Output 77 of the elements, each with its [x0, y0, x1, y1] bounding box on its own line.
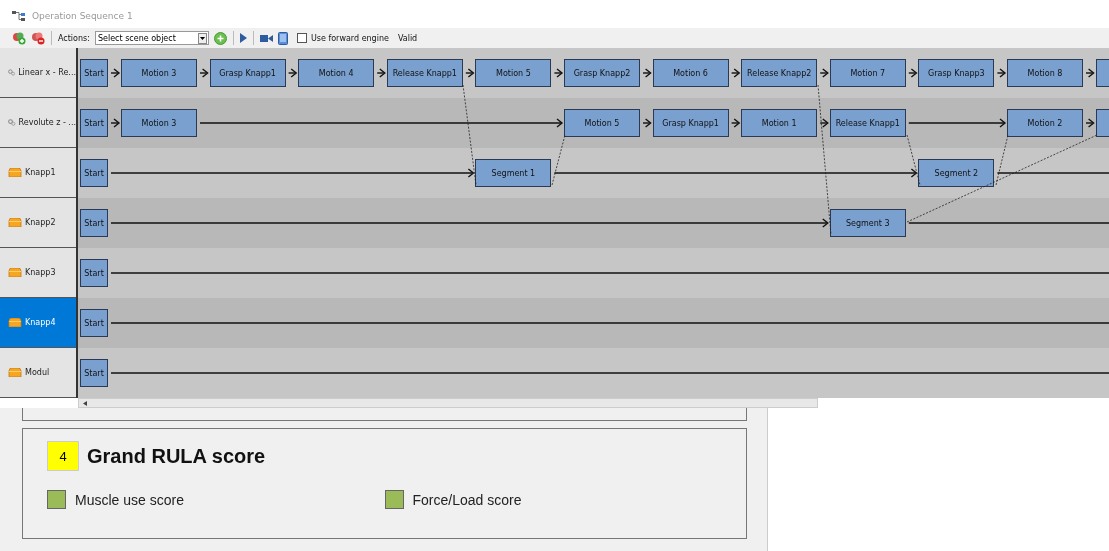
- sequence-node[interactable]: Grasp Knapp3: [918, 59, 995, 87]
- connector-arrow: [908, 68, 918, 78]
- lane-header[interactable]: Modul: [0, 348, 76, 398]
- connector-arrow: [819, 68, 829, 78]
- lane-header[interactable]: Linear x - Re...: [0, 48, 76, 98]
- remove-object-icon[interactable]: [31, 31, 45, 45]
- sequence-node[interactable]: Motion 5: [475, 59, 552, 87]
- connector-arrow: [642, 118, 652, 128]
- scene-object-select[interactable]: Select scene object: [94, 31, 209, 45]
- window-title: Operation Sequence 1: [32, 11, 133, 21]
- play-icon[interactable]: [239, 33, 247, 43]
- connector-arrow: [642, 68, 652, 78]
- part-icon: [8, 218, 22, 227]
- sequence-node[interactable]: Motion 5: [564, 109, 640, 137]
- connector-arrow: [199, 68, 209, 78]
- sequence-node[interactable]: Grasp Knapp1: [209, 59, 286, 87]
- connector-arrow: [376, 68, 386, 78]
- sequence-node[interactable]: Segment 1: [475, 159, 552, 187]
- connector-arrow: [1085, 68, 1095, 78]
- connector-arrow: [730, 118, 741, 128]
- lane-header[interactable]: Knapp1: [0, 148, 76, 198]
- sequence-icon: [12, 11, 26, 21]
- score-label: Muscle use score: [75, 491, 184, 508]
- sequence-node[interactable]: Grasp Knapp2: [564, 59, 640, 87]
- sequence-node[interactable]: Motion 3: [121, 59, 197, 87]
- connector-arrow: [465, 68, 475, 78]
- gears-icon: [8, 67, 16, 78]
- sequence-node[interactable]: Start: [80, 359, 108, 387]
- sequence-node[interactable]: Segment 2: [918, 159, 995, 187]
- dependency-line: [551, 134, 566, 186]
- sequence-node[interactable]: Motion 2: [1007, 109, 1083, 137]
- sequence-node[interactable]: Start: [80, 209, 108, 237]
- lane-header[interactable]: Knapp2: [0, 198, 76, 248]
- gears-icon: [8, 117, 16, 128]
- part-icon: [8, 268, 22, 277]
- video-camera-icon[interactable]: [259, 33, 273, 43]
- sequence-node[interactable]: Grasp Knapp1: [652, 109, 729, 137]
- forward-engine-label: Use forward engine: [310, 33, 389, 43]
- sequence-node[interactable]: Start: [80, 109, 108, 137]
- connector-arrow: [819, 118, 829, 128]
- sequence-node[interactable]: Start: [80, 309, 108, 337]
- grand-score-value: 4: [47, 441, 79, 471]
- sequence-node[interactable]: Motion 6: [652, 59, 729, 87]
- add-object-icon[interactable]: [12, 31, 26, 45]
- sequence-node[interactable]: Motion 3: [121, 109, 197, 137]
- connector-arrow: [730, 68, 741, 78]
- add-icon[interactable]: [213, 31, 227, 45]
- sequence-node[interactable]: Start: [80, 59, 108, 87]
- connector-arrow: [110, 68, 121, 78]
- sequence-node[interactable]: Motion 1: [741, 109, 818, 137]
- connector-arrow: [287, 68, 298, 78]
- connector-arrow: [996, 68, 1007, 78]
- lane-header[interactable]: Knapp4: [0, 298, 76, 348]
- sequence-node[interactable]: Release Knapp2: [741, 59, 818, 87]
- lane-header[interactable]: Revolute z - ...: [0, 98, 76, 148]
- sequence-node[interactable]: Motion 7: [829, 59, 906, 87]
- part-icon: [8, 368, 22, 377]
- horizontal-scrollbar[interactable]: [78, 398, 818, 408]
- status-text: Valid: [397, 33, 418, 43]
- grand-score-title: Grand RULA score: [87, 444, 266, 468]
- sequence-node[interactable]: Release Knapp1: [829, 109, 906, 137]
- sequence-node[interactable]: Start: [80, 159, 108, 187]
- document-icon[interactable]: [277, 31, 288, 45]
- connector-arrow: [110, 118, 121, 128]
- part-icon: [8, 168, 22, 177]
- connector-arrow: [553, 68, 564, 78]
- sequence-node[interactable]: Motion 8: [1007, 59, 1083, 87]
- connector-arrow: [1085, 118, 1095, 128]
- part-icon: [8, 318, 22, 327]
- sequence-node[interactable]: Start: [80, 259, 108, 287]
- sequence-node[interactable]: Motion 4: [298, 59, 375, 87]
- scroll-left-icon[interactable]: [83, 400, 88, 406]
- actions-label: Actions:: [58, 33, 90, 43]
- forward-engine-checkbox[interactable]: [296, 33, 307, 43]
- sequence-node[interactable]: Release Knapp1: [386, 59, 463, 87]
- score-label: Force/Load score: [412, 491, 522, 508]
- sequence-node[interactable]: Segment 3: [829, 209, 906, 237]
